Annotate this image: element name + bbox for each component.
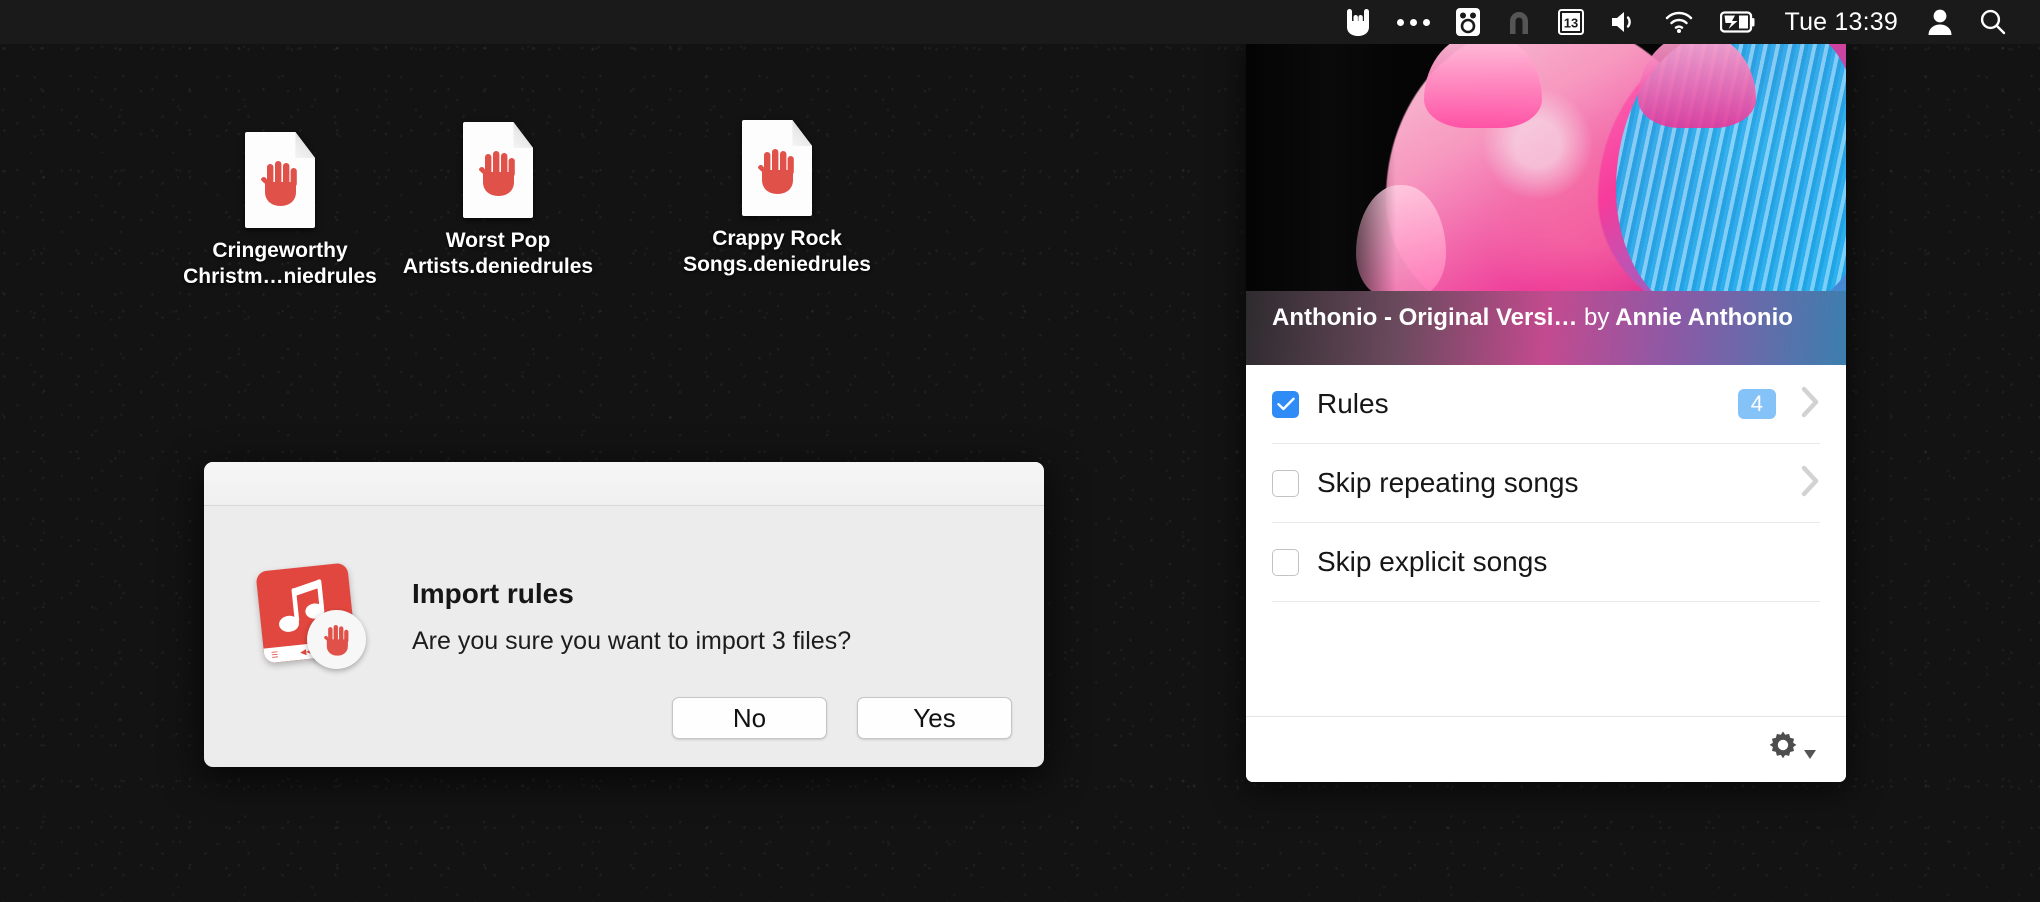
battery-charging-icon[interactable] (1707, 0, 1769, 44)
rule-row-skip-repeating-songs[interactable]: Skip repeating songs (1272, 444, 1820, 523)
denied-rules-document-icon (463, 122, 533, 218)
stop-hand-badge (307, 610, 366, 669)
search-icon[interactable] (1966, 0, 2020, 44)
menu-bar: 13 Tue 13:39 (0, 0, 2040, 44)
card-list-glyph: ☰ (270, 650, 279, 660)
stop-hand-icon (261, 160, 297, 206)
widget-footer (1246, 716, 1846, 782)
desktop-file-icon[interactable]: Worst Pop Artists.deniedrules (393, 122, 603, 279)
rule-label: Skip repeating songs (1317, 467, 1579, 498)
chevron-right-icon[interactable] (1800, 386, 1820, 423)
rule-row-skip-explicit-songs[interactable]: Skip explicit songs (1272, 523, 1820, 602)
stop-hand-icon (323, 624, 348, 656)
ellipsis-icon[interactable] (1384, 0, 1443, 44)
owl-icon[interactable] (1443, 0, 1493, 44)
denied-rules-document-icon (245, 132, 315, 228)
file-label: Crappy Rock Songs.deniedrules (683, 227, 871, 276)
track-by-word: by (1584, 304, 1610, 331)
album-art (1246, 38, 1846, 291)
user-icon[interactable] (1914, 0, 1966, 44)
denied-rules-document-icon (742, 120, 812, 216)
yes-button[interactable]: Yes (857, 697, 1012, 739)
stop-hand-icon (758, 148, 794, 194)
skip-repeating-songs-checkbox[interactable] (1272, 469, 1299, 497)
rules-count-badge: 4 (1737, 389, 1776, 419)
skip-explicit-songs-checkbox[interactable] (1272, 548, 1299, 576)
file-label: Worst Pop Artists.deniedrules (402, 229, 594, 278)
music-rules-widget: Anthonio - Original Versi… by Annie Anth… (1246, 38, 1846, 782)
dialog-title: Import rules (412, 578, 574, 609)
rock-hand-icon[interactable] (1332, 0, 1384, 44)
gear-icon[interactable] (1765, 729, 1801, 770)
volume-icon[interactable] (1597, 0, 1651, 44)
rules-checkbox[interactable] (1272, 390, 1299, 418)
rule-row-rules[interactable]: Rules 4 (1272, 365, 1820, 444)
checkmark-icon (1276, 397, 1295, 411)
dialog-message: Are you sure you want to import 3 files? (412, 627, 852, 655)
dialog-button-row: No Yes (672, 697, 1012, 739)
calendar-day-number: 13 (1563, 16, 1577, 31)
desktop-file-icon[interactable]: Cringeworthy Christm…niedrules (175, 132, 385, 289)
stop-hand-icon (479, 150, 515, 196)
rule-label: Rules (1317, 388, 1389, 419)
wifi-icon[interactable] (1651, 0, 1707, 44)
chevron-right-icon[interactable] (1800, 465, 1820, 502)
file-label: Cringeworthy Christm…niedrules (183, 239, 377, 288)
no-button[interactable]: No (672, 697, 827, 739)
menubar-clock[interactable]: Tue 13:39 (1769, 8, 1914, 37)
calendar-icon[interactable]: 13 (1545, 0, 1597, 44)
desktop-file-icon[interactable]: Crappy Rock Songs.deniedrules (672, 120, 882, 277)
music-rules-denied-icon: ☰ ◀◀ (255, 562, 374, 673)
magnet-icon[interactable] (1493, 0, 1545, 44)
rules-list: Rules 4 Skip repeating songs Skip explic… (1246, 365, 1846, 602)
track-artist: Annie Anthonio (1615, 304, 1793, 331)
dialog-titlebar (204, 462, 1044, 506)
now-playing-bar: Anthonio - Original Versi… by Annie Anth… (1246, 291, 1846, 365)
rule-label: Skip explicit songs (1317, 546, 1548, 577)
track-title: Anthonio - Original Versi… (1272, 304, 1578, 331)
chevron-down-icon[interactable] (1804, 750, 1816, 759)
import-rules-dialog: ☰ ◀◀ Import rules Are you sure you want … (204, 462, 1044, 767)
